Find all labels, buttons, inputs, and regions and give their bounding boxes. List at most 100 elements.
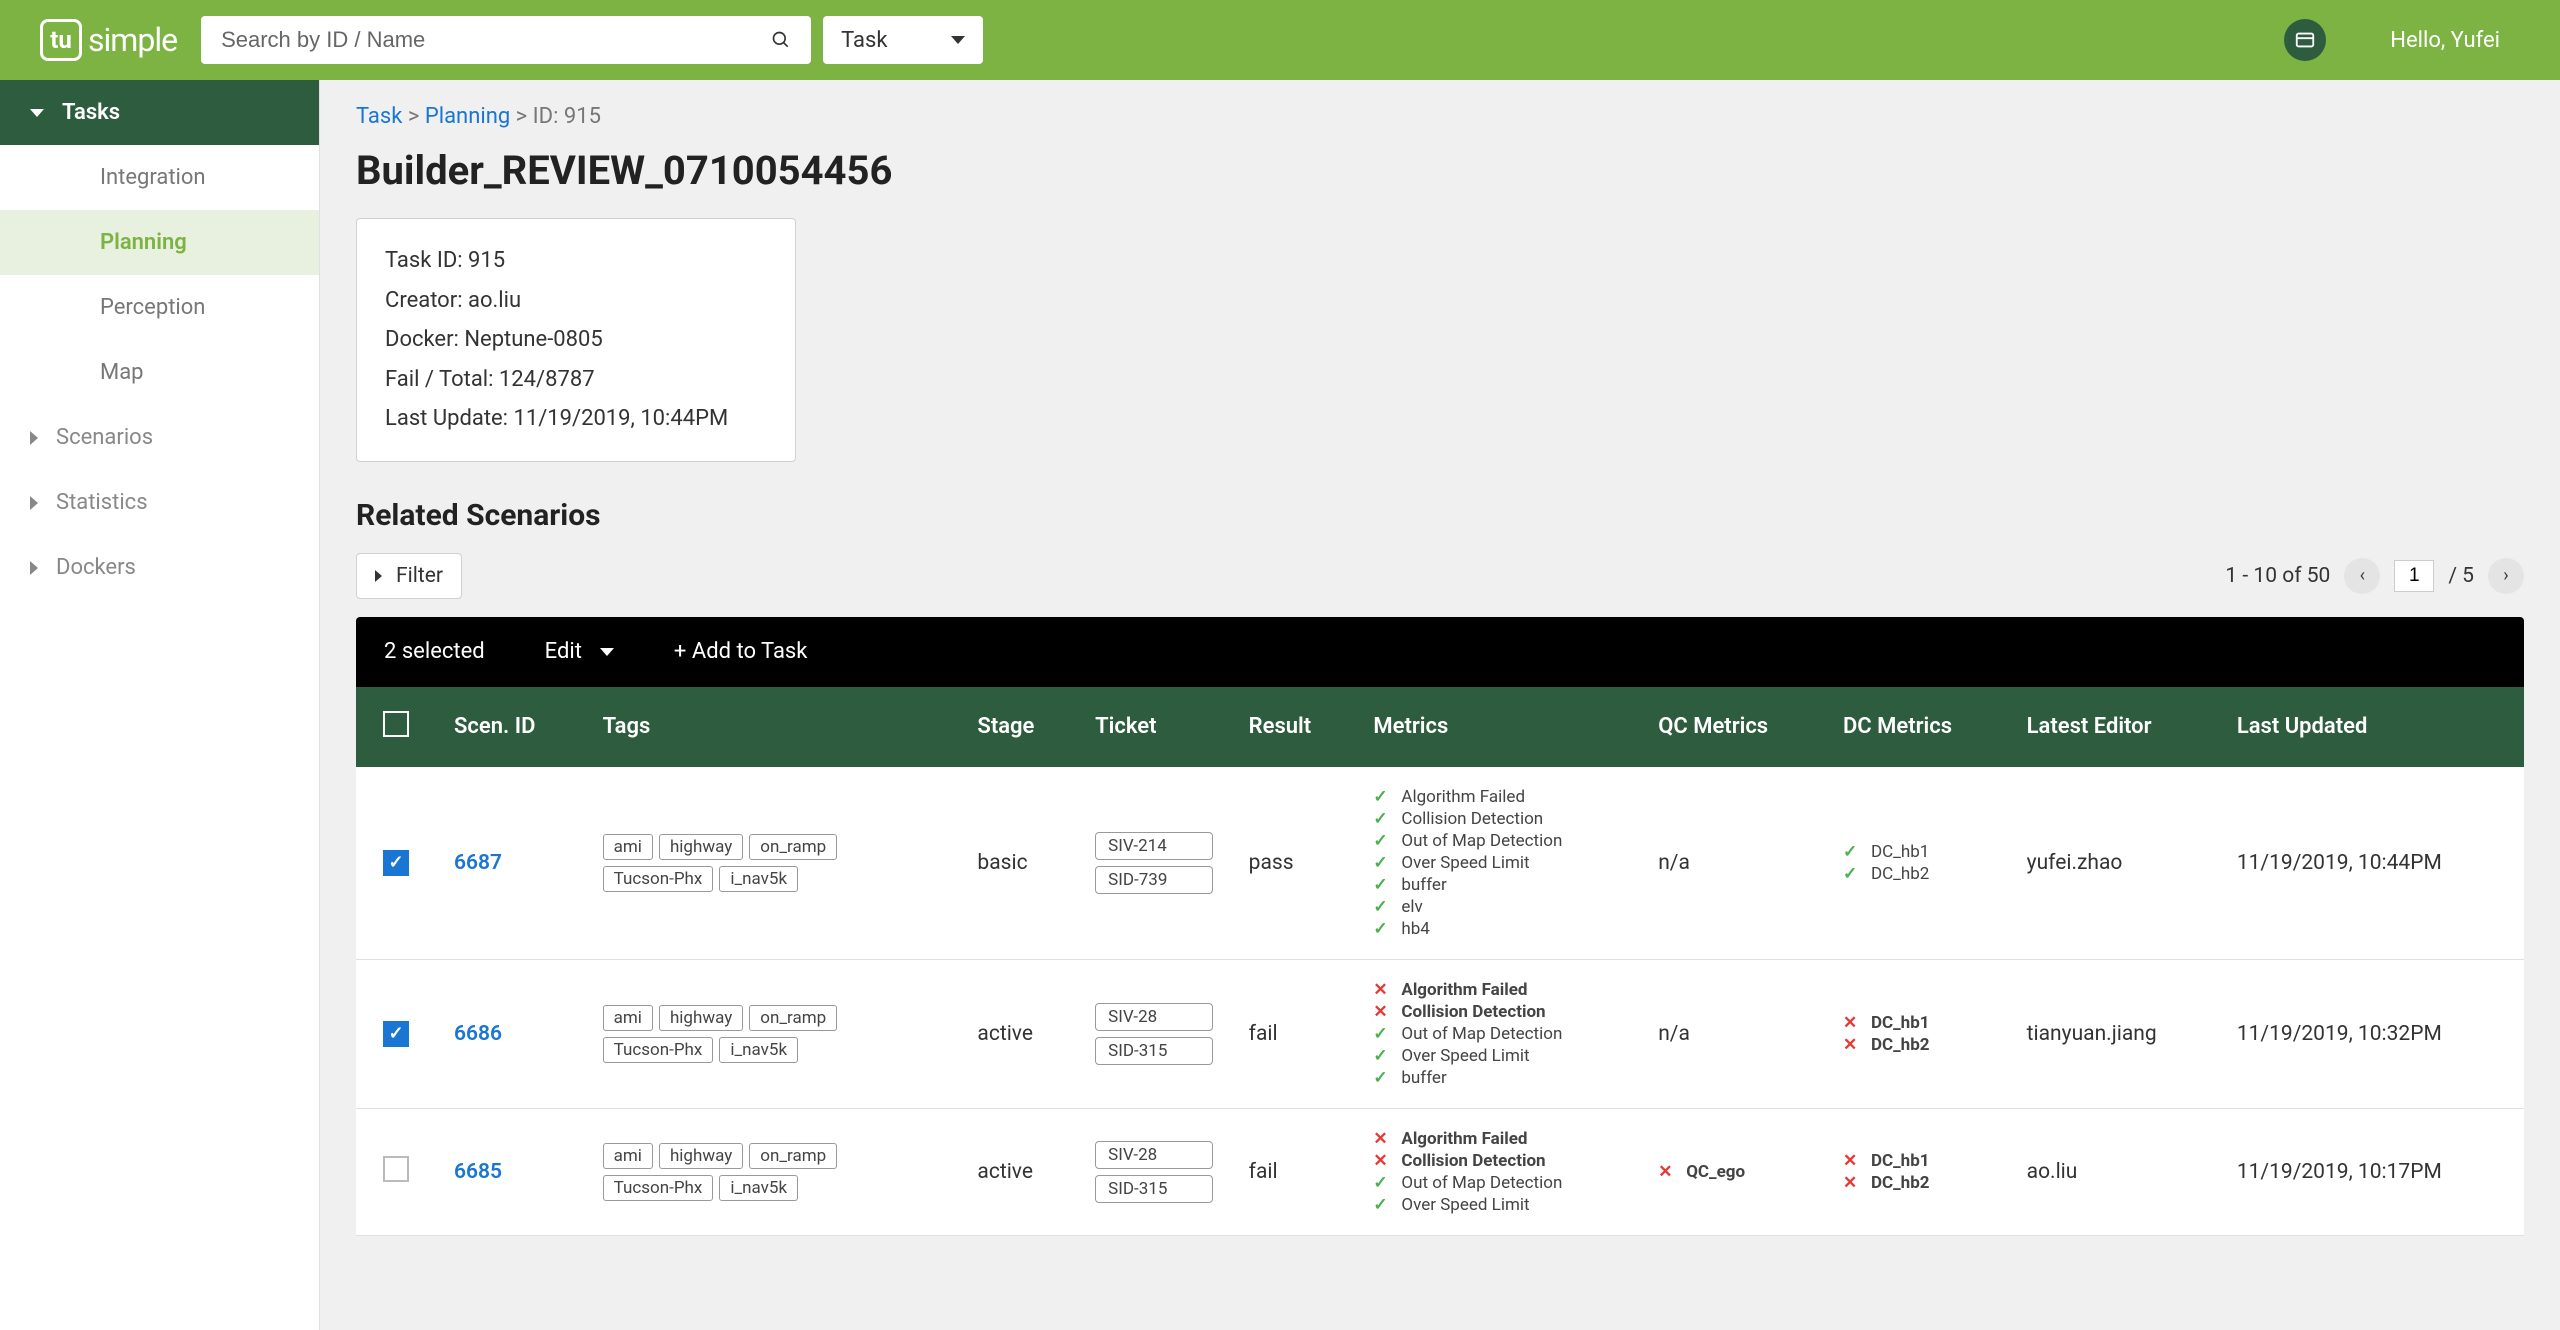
chevron-down-icon bbox=[600, 648, 614, 656]
metric-label: buffer bbox=[1401, 875, 1446, 895]
breadcrumb-planning[interactable]: Planning bbox=[425, 104, 510, 129]
row-checkbox[interactable] bbox=[383, 850, 409, 876]
column-header[interactable]: Last Updated bbox=[2219, 687, 2524, 767]
sidebar-item-statistics[interactable]: Statistics bbox=[0, 470, 319, 535]
tag[interactable]: highway bbox=[659, 1143, 743, 1169]
page-input[interactable] bbox=[2394, 560, 2434, 592]
metric-label: Over Speed Limit bbox=[1401, 853, 1529, 873]
task-dropdown[interactable]: Task bbox=[823, 16, 983, 64]
ticket-chip[interactable]: SID-315 bbox=[1095, 1175, 1213, 1203]
metric-label: Out of Map Detection bbox=[1401, 1173, 1562, 1193]
tag[interactable]: ami bbox=[603, 834, 653, 860]
column-header[interactable]: Result bbox=[1231, 687, 1356, 767]
metric-item: ✓buffer bbox=[1373, 1068, 1622, 1088]
metric-item: ✓Over Speed Limit bbox=[1373, 1195, 1622, 1215]
check-icon: ✓ bbox=[1373, 897, 1391, 917]
tag[interactable]: on_ramp bbox=[749, 1005, 837, 1031]
check-icon: ✓ bbox=[1373, 831, 1391, 851]
column-header[interactable]: Metrics bbox=[1355, 687, 1640, 767]
metric-item: ✓ buffer bbox=[1373, 875, 1622, 895]
sidebar-item-perception[interactable]: Perception bbox=[0, 275, 319, 340]
tag[interactable]: highway bbox=[659, 834, 743, 860]
metric-label: Collision Detection bbox=[1401, 1002, 1545, 1022]
table-row: 6686amihighwayon_rampTucson-Phxi_nav5kac… bbox=[356, 959, 2524, 1108]
tag[interactable]: Tucson-Phx bbox=[603, 1175, 714, 1201]
top-bar: tu simple Task Hello, Yufei bbox=[0, 0, 2560, 80]
ticket-chip[interactable]: SID-315 bbox=[1095, 1037, 1213, 1065]
task-dropdown-label: Task bbox=[841, 28, 887, 53]
sidebar-item-scenarios[interactable]: Scenarios bbox=[0, 405, 319, 470]
column-header[interactable]: QC Metrics bbox=[1640, 687, 1825, 767]
ticket-chip[interactable]: SID-739 bbox=[1095, 866, 1213, 894]
sidebar-item-map[interactable]: Map bbox=[0, 340, 319, 405]
next-page-button[interactable]: › bbox=[2488, 558, 2524, 594]
column-header[interactable]: Scen. ID bbox=[436, 687, 585, 767]
metric-item: ✕DC_hb1 bbox=[1843, 1013, 1991, 1033]
tag[interactable]: i_nav5k bbox=[719, 1037, 798, 1063]
tag[interactable]: ami bbox=[603, 1005, 653, 1031]
edit-dropdown[interactable]: Edit bbox=[545, 639, 614, 664]
metric-label: Algorithm Failed bbox=[1401, 787, 1525, 807]
breadcrumb-id: ID: 915 bbox=[533, 104, 601, 129]
tag[interactable]: ami bbox=[603, 1143, 653, 1169]
sidebar-item-tasks[interactable]: Tasks bbox=[0, 80, 319, 145]
prev-page-button[interactable]: ‹ bbox=[2344, 558, 2380, 594]
x-icon: ✕ bbox=[1843, 1013, 1861, 1033]
greeting[interactable]: Hello, Yufei bbox=[2390, 28, 2500, 53]
edit-label: Edit bbox=[545, 639, 582, 664]
main-content: Task > Planning > ID: 915 Builder_REVIEW… bbox=[320, 80, 2560, 1330]
check-icon: ✓ bbox=[1373, 1068, 1391, 1088]
tag[interactable]: Tucson-Phx bbox=[603, 866, 714, 892]
editor-cell: tianyuan.jiang bbox=[2009, 959, 2219, 1108]
search-input[interactable] bbox=[221, 27, 771, 53]
add-to-task-button[interactable]: + Add to Task bbox=[674, 639, 808, 664]
x-icon: ✕ bbox=[1373, 1151, 1391, 1171]
tag[interactable]: i_nav5k bbox=[719, 866, 798, 892]
metric-item: ✕Algorithm Failed bbox=[1373, 1129, 1622, 1149]
sidebar-item-integration[interactable]: Integration bbox=[0, 145, 319, 210]
selected-count: 2 selected bbox=[384, 639, 485, 664]
updated-cell: 11/19/2019, 10:32PM bbox=[2219, 959, 2524, 1108]
search-icon[interactable] bbox=[771, 30, 791, 50]
sidebar-item-dockers[interactable]: Dockers bbox=[0, 535, 319, 600]
filter-button[interactable]: Filter bbox=[356, 553, 462, 599]
metric-item: ✓Over Speed Limit bbox=[1373, 853, 1622, 873]
sidebar-item-planning[interactable]: Planning bbox=[0, 210, 319, 275]
logo[interactable]: tu simple bbox=[40, 19, 177, 61]
column-header[interactable]: Stage bbox=[959, 687, 1077, 767]
scenario-link[interactable]: 6685 bbox=[454, 1160, 502, 1184]
result-cell: fail bbox=[1231, 1108, 1356, 1235]
search-group: Task bbox=[201, 16, 983, 64]
row-checkbox[interactable] bbox=[383, 1156, 409, 1182]
breadcrumb-task[interactable]: Task bbox=[356, 104, 402, 129]
chevron-right-icon bbox=[375, 570, 382, 582]
scenario-link[interactable]: 6686 bbox=[454, 1022, 502, 1046]
ticket-chip[interactable]: SIV-214 bbox=[1095, 832, 1213, 860]
tag[interactable]: Tucson-Phx bbox=[603, 1037, 714, 1063]
breadcrumb: Task > Planning > ID: 915 bbox=[356, 104, 2524, 129]
tag[interactable]: highway bbox=[659, 1005, 743, 1031]
metric-label: Collision Detection bbox=[1401, 809, 1543, 829]
app-icon-button[interactable] bbox=[2284, 19, 2326, 61]
page-total: / 5 bbox=[2448, 564, 2474, 588]
page-range: 1 - 10 of 50 bbox=[2225, 564, 2330, 588]
metric-item: ✕Algorithm Failed bbox=[1373, 980, 1622, 1000]
column-header[interactable]: Tags bbox=[585, 687, 960, 767]
row-checkbox[interactable] bbox=[383, 1021, 409, 1047]
ticket-chip[interactable]: SIV-28 bbox=[1095, 1003, 1213, 1031]
search-box[interactable] bbox=[201, 16, 811, 64]
tag[interactable]: on_ramp bbox=[749, 834, 837, 860]
tag[interactable]: i_nav5k bbox=[719, 1175, 798, 1201]
column-header[interactable]: Latest Editor bbox=[2009, 687, 2219, 767]
x-icon: ✕ bbox=[1843, 1151, 1861, 1171]
check-icon: ✓ bbox=[1373, 875, 1391, 895]
metric-label: Out of Map Detection bbox=[1401, 831, 1562, 851]
logo-mark: tu bbox=[40, 19, 82, 61]
column-header[interactable]: DC Metrics bbox=[1825, 687, 2009, 767]
select-all-checkbox[interactable] bbox=[383, 711, 409, 737]
ticket-chip[interactable]: SIV-28 bbox=[1095, 1141, 1213, 1169]
scenario-link[interactable]: 6687 bbox=[454, 851, 502, 875]
sidebar-item-label: Dockers bbox=[56, 555, 136, 580]
tag[interactable]: on_ramp bbox=[749, 1143, 837, 1169]
column-header[interactable]: Ticket bbox=[1077, 687, 1231, 767]
